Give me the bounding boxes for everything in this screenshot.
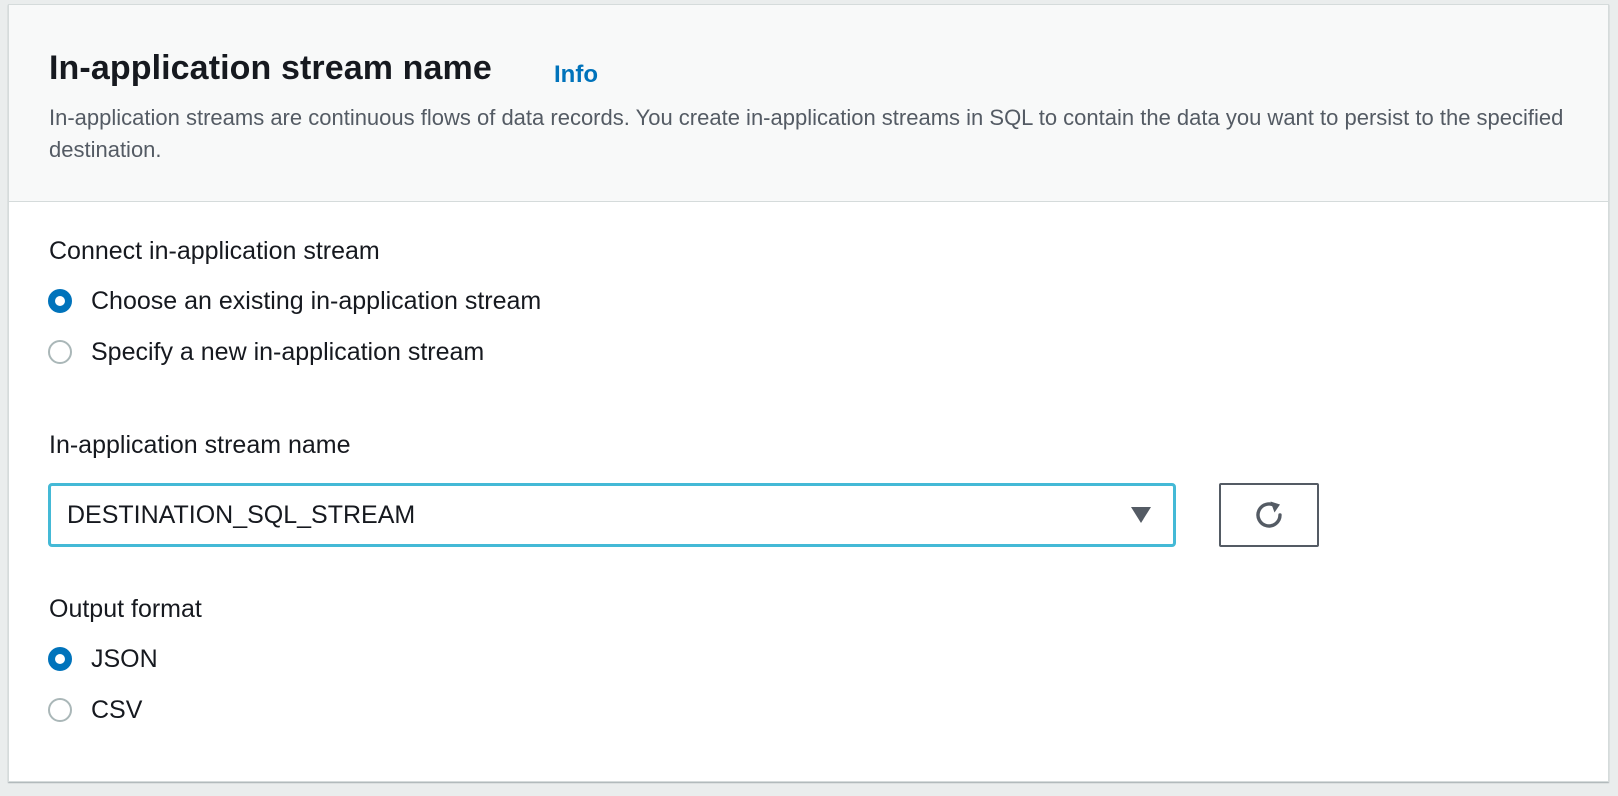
select-value: DESTINATION_SQL_STREAM: [67, 501, 416, 529]
stream-name-label: In-application stream name: [49, 431, 351, 459]
page-title: In-application stream name: [49, 49, 492, 87]
radio-button-unchecked[interactable]: [48, 340, 72, 364]
output-format-label: Output format: [49, 595, 202, 623]
radio-specify-new-stream[interactable]: Specify a new in-application stream: [48, 334, 484, 370]
radio-button-unchecked[interactable]: [48, 698, 72, 722]
radio-choose-existing-stream[interactable]: Choose an existing in-application stream: [48, 283, 541, 319]
info-link[interactable]: Info: [554, 61, 598, 89]
radio-label: JSON: [91, 644, 158, 673]
connect-stream-label: Connect in-application stream: [49, 237, 380, 265]
radio-button-checked[interactable]: [48, 647, 72, 671]
radio-label: CSV: [91, 695, 143, 724]
radio-output-csv[interactable]: CSV: [48, 692, 142, 728]
radio-button-checked[interactable]: [48, 289, 72, 313]
panel-header: In-application stream name Info In-appli…: [9, 5, 1608, 202]
refresh-icon: [1256, 501, 1282, 528]
header-description: In-application streams are continuous fl…: [49, 105, 1564, 162]
stream-config-panel: In-application stream name Info In-appli…: [8, 4, 1609, 782]
refresh-button[interactable]: [1219, 483, 1319, 547]
radio-output-json[interactable]: JSON: [48, 641, 158, 677]
radio-label: Choose an existing in-application stream: [91, 286, 542, 315]
stream-name-select[interactable]: DESTINATION_SQL_STREAM: [48, 483, 1176, 547]
caret-down-icon: [1131, 507, 1151, 523]
radio-label: Specify a new in-application stream: [91, 337, 485, 366]
